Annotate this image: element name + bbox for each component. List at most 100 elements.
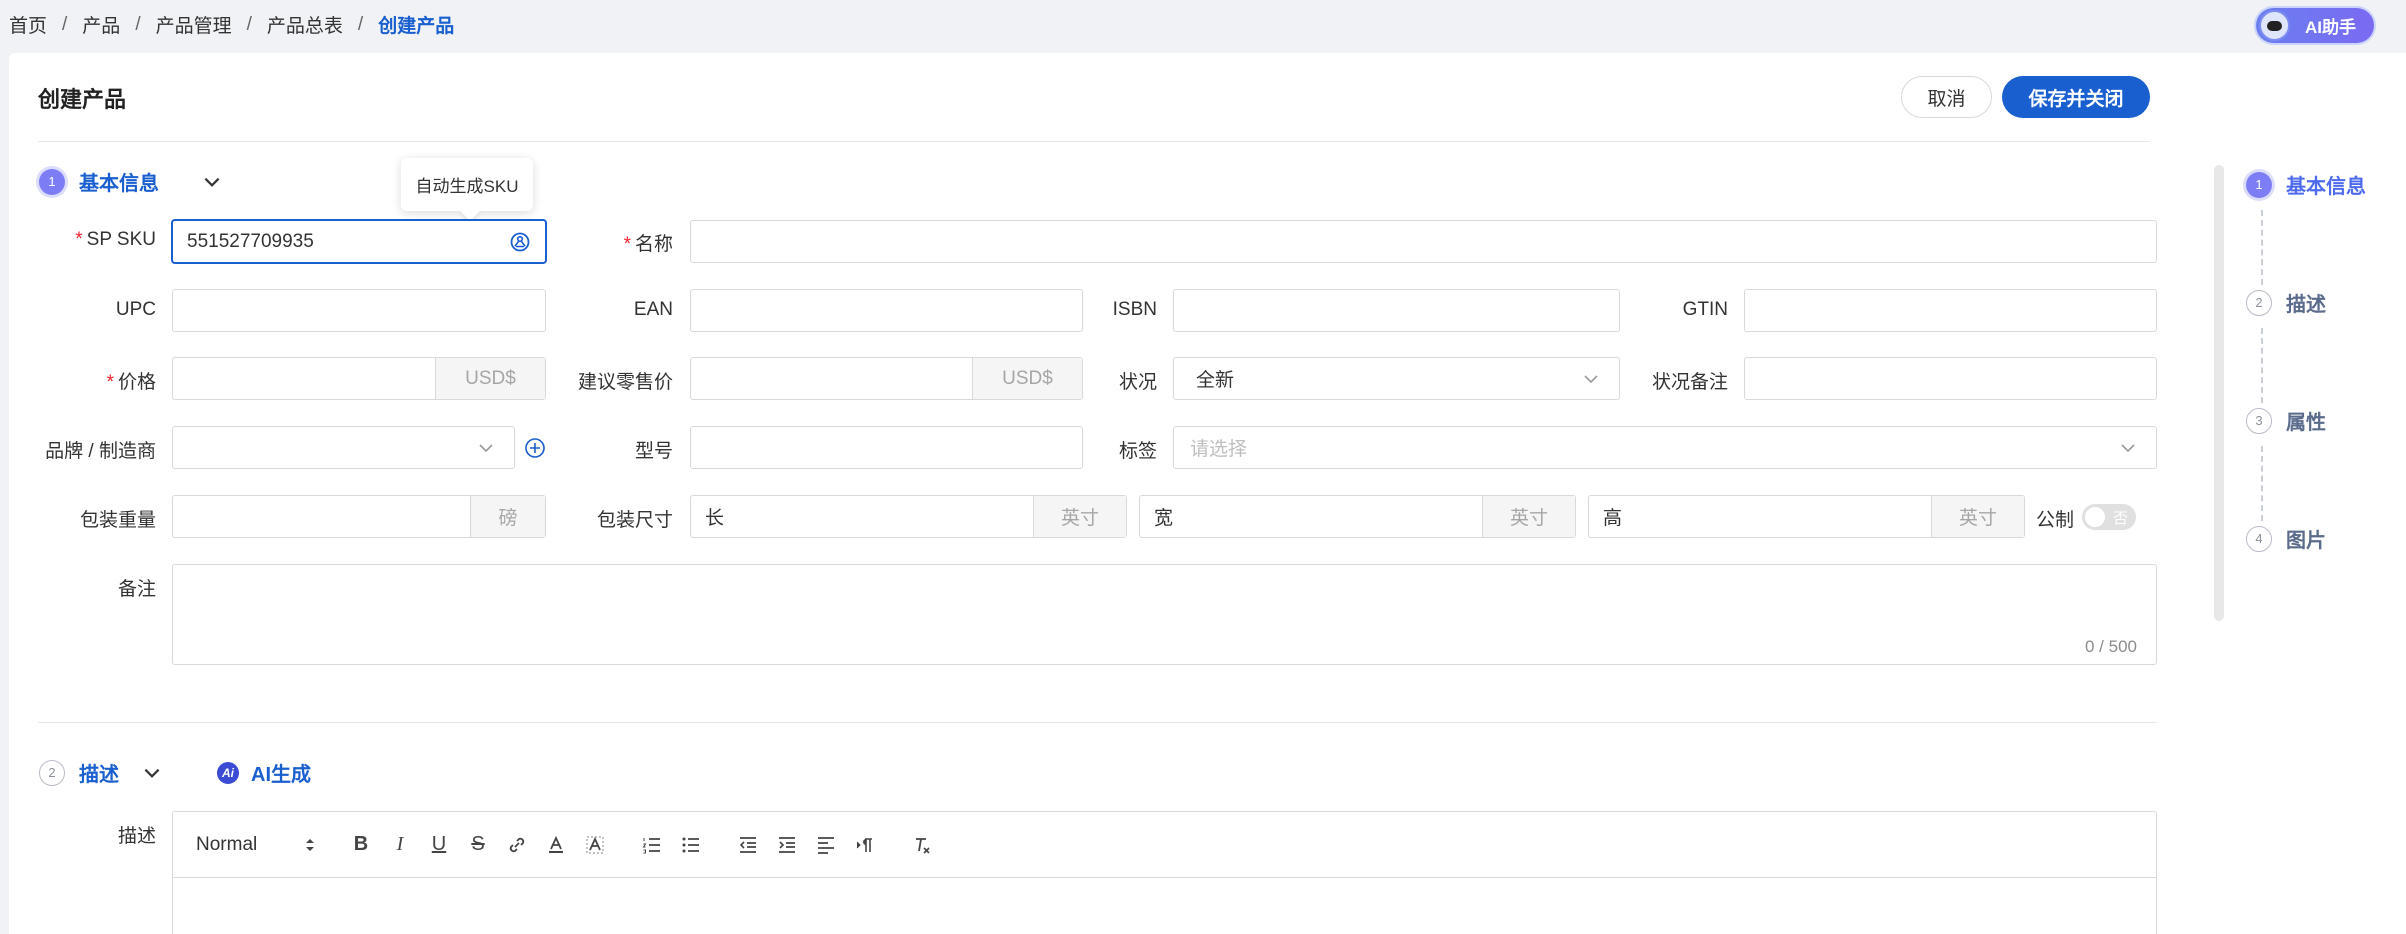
step-number: 3 — [2246, 407, 2272, 434]
ai-generate-label: AI生成 — [251, 764, 311, 786]
gtin-label: GTIN — [1682, 299, 1728, 320]
step-images[interactable]: 4 图片 — [2246, 524, 2326, 553]
name-label: * 名称 — [623, 234, 673, 255]
height-field[interactable]: 高 英寸 — [1588, 495, 2025, 538]
tags-label: 标签 — [1118, 441, 1157, 462]
step-connector — [2261, 328, 2263, 403]
upc-label: UPC — [115, 299, 156, 320]
step-attributes[interactable]: 3 属性 — [2246, 406, 2326, 435]
price-label: * 价格 — [106, 372, 156, 393]
indent-icon[interactable] — [776, 834, 798, 856]
breadcrumb-product[interactable]: 产品 — [82, 11, 120, 38]
breadcrumb-separator: / — [357, 13, 364, 35]
height-unit: 英寸 — [1931, 496, 2024, 537]
chevron-down-icon — [479, 443, 493, 452]
upc-field[interactable] — [172, 289, 546, 332]
weight-label: 包装重量 — [79, 510, 156, 531]
align-icon[interactable] — [815, 834, 837, 856]
step-label: 基本信息 — [2286, 176, 2366, 198]
price-unit: USD$ — [435, 358, 545, 399]
robot-icon — [2259, 10, 2290, 41]
isbn-field[interactable] — [1173, 289, 1620, 332]
price-field[interactable]: USD$ — [172, 357, 546, 400]
text-color-icon[interactable] — [545, 834, 567, 856]
cancel-button[interactable]: 取消 — [1901, 76, 1992, 118]
notes-label: 备注 — [117, 579, 156, 600]
ordered-list-icon[interactable] — [641, 834, 663, 856]
tags-select[interactable]: 请选择 — [1173, 426, 2157, 469]
save-and-close-button[interactable]: 保存并关闭 — [2002, 76, 2150, 118]
condition-select[interactable]: 全新 — [1173, 357, 1620, 400]
brand-select[interactable] — [172, 426, 515, 469]
step-label: 属性 — [2286, 412, 2326, 434]
breadcrumb-home[interactable]: 首页 — [9, 11, 47, 38]
step-number: 4 — [2246, 525, 2272, 552]
condition-note-label: 状况备注 — [1651, 372, 1728, 393]
generate-sku-icon[interactable] — [509, 231, 531, 253]
notes-textarea[interactable] — [172, 564, 2157, 665]
notes-char-counter: 0 / 500 — [2085, 637, 2137, 656]
ai-generate-button[interactable]: Ai AI生成 — [217, 758, 311, 787]
italic-icon[interactable]: I — [389, 833, 411, 856]
section-number: 1 — [39, 168, 65, 195]
weight-field[interactable]: 磅 — [172, 495, 546, 538]
chevron-down-icon — [2121, 443, 2135, 452]
toggle-text: 否 — [2112, 510, 2128, 527]
breadcrumb: 首页 / 产品 / 产品管理 / 产品总表 / 创建产品 — [9, 11, 454, 38]
outdent-icon[interactable] — [737, 834, 759, 856]
description-editor[interactable]: Normal B I U S — [172, 811, 2157, 934]
background-color-icon[interactable] — [584, 834, 606, 856]
section-description-header[interactable]: 2 描述 — [39, 758, 163, 787]
metric-toggle[interactable]: 否 — [2082, 504, 2136, 530]
editor-toolbar: Normal B I U S — [173, 812, 2156, 878]
msrp-field[interactable]: USD$ — [690, 357, 1083, 400]
model-field[interactable] — [690, 426, 1083, 469]
step-connector — [2261, 446, 2263, 521]
toggle-knob — [2085, 507, 2105, 527]
gtin-field[interactable] — [1744, 289, 2157, 332]
required-mark: * — [106, 372, 114, 393]
isbn-label: ISBN — [1112, 299, 1157, 320]
header-divider — [38, 141, 2150, 142]
chevron-down-icon[interactable] — [141, 762, 163, 784]
step-description[interactable]: 2 描述 — [2246, 288, 2326, 317]
section-title: 描述 — [79, 764, 119, 786]
main-card — [9, 53, 2406, 934]
required-mark: * — [75, 229, 83, 250]
bullet-list-icon[interactable] — [680, 834, 702, 856]
scrollbar[interactable] — [2214, 165, 2224, 621]
top-bar: 首页 / 产品 / 产品管理 / 产品总表 / 创建产品 AI助手 — [0, 0, 2406, 48]
breadcrumb-separator: / — [62, 13, 68, 35]
sp-sku-value: 551527709935 — [187, 230, 314, 252]
dimensions-label: 包装尺寸 — [596, 510, 673, 531]
step-connector — [2261, 210, 2263, 285]
breadcrumb-product-list[interactable]: 产品总表 — [267, 11, 343, 38]
name-field[interactable] — [690, 220, 2157, 263]
chevron-down-icon — [1584, 374, 1598, 383]
format-select[interactable]: Normal — [196, 834, 316, 856]
msrp-label: 建议零售价 — [577, 372, 673, 393]
ean-label: EAN — [633, 299, 673, 320]
breadcrumb-current: 创建产品 — [378, 16, 455, 37]
description-label: 描述 — [117, 826, 156, 847]
clear-format-icon[interactable] — [911, 834, 933, 856]
ai-assistant-button[interactable]: AI助手 — [2256, 8, 2374, 43]
auto-sku-tooltip: 自动生成SKU — [401, 158, 533, 211]
width-field[interactable]: 宽 英寸 — [1139, 495, 1576, 538]
add-brand-icon[interactable] — [524, 437, 546, 459]
weight-unit: 磅 — [470, 496, 545, 537]
step-number: 2 — [2246, 289, 2272, 316]
text-direction-icon[interactable] — [854, 834, 876, 856]
sp-sku-field[interactable]: 551527709935 — [172, 220, 546, 263]
strikethrough-icon[interactable]: S — [467, 833, 489, 856]
ean-field[interactable] — [690, 289, 1083, 332]
bold-icon[interactable]: B — [350, 833, 372, 856]
length-field[interactable]: 长 英寸 — [690, 495, 1127, 538]
condition-note-field[interactable] — [1744, 357, 2157, 400]
step-basic-info[interactable]: 1 基本信息 — [2246, 170, 2366, 199]
chevron-down-icon[interactable] — [201, 171, 223, 193]
breadcrumb-product-management[interactable]: 产品管理 — [156, 11, 232, 38]
underline-icon[interactable]: U — [428, 833, 450, 856]
link-icon[interactable] — [506, 834, 528, 856]
section-basic-info-header[interactable]: 1 基本信息 — [39, 167, 223, 196]
